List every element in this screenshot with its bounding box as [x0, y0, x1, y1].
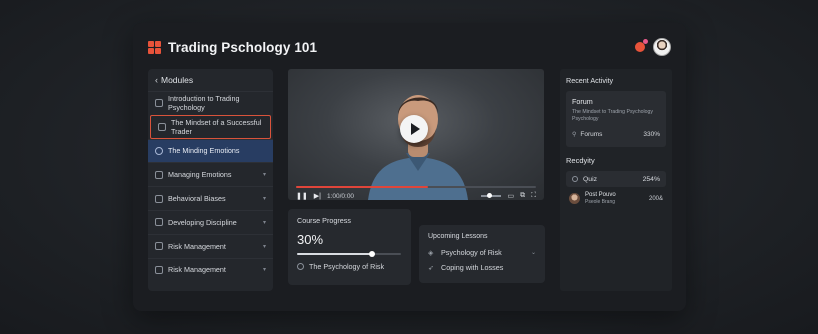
fullscreen-icon[interactable]: ⛶	[531, 192, 536, 200]
upcoming-lessons-label: Upcoming Lessons	[428, 233, 488, 240]
app-logo-icon	[148, 40, 161, 54]
course-progress-slider[interactable]	[297, 251, 401, 257]
rocket-icon: ➶	[428, 264, 434, 272]
upcoming-lessons-card: Upcoming Lessons ◈ Psychology of Risk ⌄ ➶ C…	[419, 225, 545, 283]
user-value: 200&	[648, 195, 663, 202]
upcoming-lesson-item[interactable]: ➶ Coping with Losses	[428, 260, 536, 275]
skip-next-icon[interactable]: ▶|	[314, 192, 321, 200]
grid-icon	[155, 265, 163, 274]
module-item[interactable]: Developing Discipline ▾	[148, 209, 273, 234]
forum-link[interactable]: Forums	[580, 131, 602, 138]
forum-card[interactable]: Forum The Mindset to Trading Psychology …	[566, 91, 666, 147]
user-activity-row[interactable]: Post Pouvo Pseole Brang 200&	[566, 192, 666, 205]
module-item[interactable]: Behavioral Biases ▾	[148, 186, 273, 210]
lock-icon	[155, 99, 163, 108]
section-title: Recdyity	[566, 156, 595, 165]
volume-slider[interactable]	[481, 193, 502, 198]
module-label: Risk Management	[168, 241, 226, 251]
forum-value: 330%	[643, 130, 660, 138]
chevron-down-icon: ▾	[262, 196, 266, 203]
grid-icon	[155, 242, 163, 251]
document-icon	[158, 122, 166, 131]
video-controls: ❚❚ ▶| 1:00/0:00 ▭ ⧉ ⛶	[296, 183, 536, 201]
page-title: Trading Pschology 101	[168, 39, 318, 55]
pin-icon: ⚲	[572, 131, 577, 138]
course-progress-label: Course Progress	[297, 216, 351, 225]
lock-icon	[155, 218, 163, 227]
module-label: Behavioral Biases	[168, 194, 226, 204]
app-header: Trading Pschology 101	[148, 37, 671, 57]
play-button[interactable]	[400, 115, 428, 143]
module-label: Introduction to Trading Psychology	[168, 94, 240, 113]
next-lesson-item[interactable]: The Psychology of Risk	[297, 262, 402, 271]
chevron-down-icon: ▾	[262, 172, 266, 179]
forum-title: Forum	[572, 97, 593, 106]
video-player[interactable]	[288, 69, 544, 200]
pip-icon[interactable]: ⧉	[520, 192, 525, 200]
forum-description: The Mindset to Trading Psychology Psycho…	[572, 109, 654, 122]
slider-knob[interactable]	[368, 251, 375, 257]
chevron-down-icon: ⌄	[530, 250, 536, 256]
quiz-icon	[572, 176, 578, 182]
module-label: Managing Emotions	[168, 170, 232, 180]
module-label: Developing Discipline	[168, 217, 237, 227]
module-label: Risk Management	[168, 265, 226, 275]
notification-bell-icon[interactable]	[635, 39, 648, 52]
user-subtitle: Pseole Brang	[585, 199, 616, 206]
quiz-row[interactable]: Quiz 254%	[566, 171, 666, 187]
notification-badge	[643, 39, 648, 44]
recent-activity-title: Recent Activity	[566, 76, 614, 85]
user-name: Post Pouvo	[585, 192, 616, 198]
folder-icon	[155, 194, 163, 203]
sidebar-title: Modules	[161, 75, 194, 85]
target-icon	[155, 146, 163, 155]
modules-sidebar: ‹ Modules Introduction to Trading Psycho…	[148, 69, 273, 291]
video-time: 1:00/0:00	[326, 192, 355, 200]
app-window: Trading Pschology 101 ‹ Modules Introduc…	[133, 23, 686, 311]
edit-icon	[155, 170, 163, 179]
cc-icon[interactable]: ▭	[507, 192, 514, 200]
module-item-active[interactable]: The Minding Emotions	[148, 138, 273, 163]
module-item[interactable]: Introduction to Trading Psychology	[148, 91, 273, 115]
avatar	[569, 193, 580, 205]
module-item[interactable]: Risk Management ▾	[148, 233, 273, 258]
chevron-down-icon: ▾	[262, 267, 266, 274]
tag-icon: ◈	[428, 249, 434, 257]
chevron-down-icon: ▾	[262, 219, 266, 226]
module-item-selected[interactable]: The Mindset of a Successful Trader	[150, 114, 271, 139]
pause-icon[interactable]: ❚❚	[296, 192, 308, 200]
course-progress-card: Course Progress 30% The Psychology of Ri…	[288, 209, 411, 285]
module-label: The Minding Emotions	[168, 146, 240, 156]
sidebar-back-header[interactable]: ‹ Modules	[148, 69, 273, 91]
video-progress-bar[interactable]	[296, 186, 536, 188]
upcoming-lesson-item[interactable]: ◈ Psychology of Risk ⌄	[428, 245, 536, 260]
info-icon	[297, 263, 304, 270]
avatar[interactable]	[653, 38, 671, 56]
course-progress-percent: 30%	[297, 232, 324, 247]
module-item[interactable]: Risk Management ▾	[148, 257, 273, 282]
chevron-down-icon: ▾	[262, 243, 266, 250]
module-label: The Mindset of a Successful Trader	[171, 117, 262, 136]
module-item[interactable]: Managing Emotions ▾	[148, 162, 273, 186]
recent-activity-panel: Recent Activity Forum The Mindset to Tra…	[560, 69, 672, 291]
chevron-left-icon: ‹	[155, 75, 158, 85]
